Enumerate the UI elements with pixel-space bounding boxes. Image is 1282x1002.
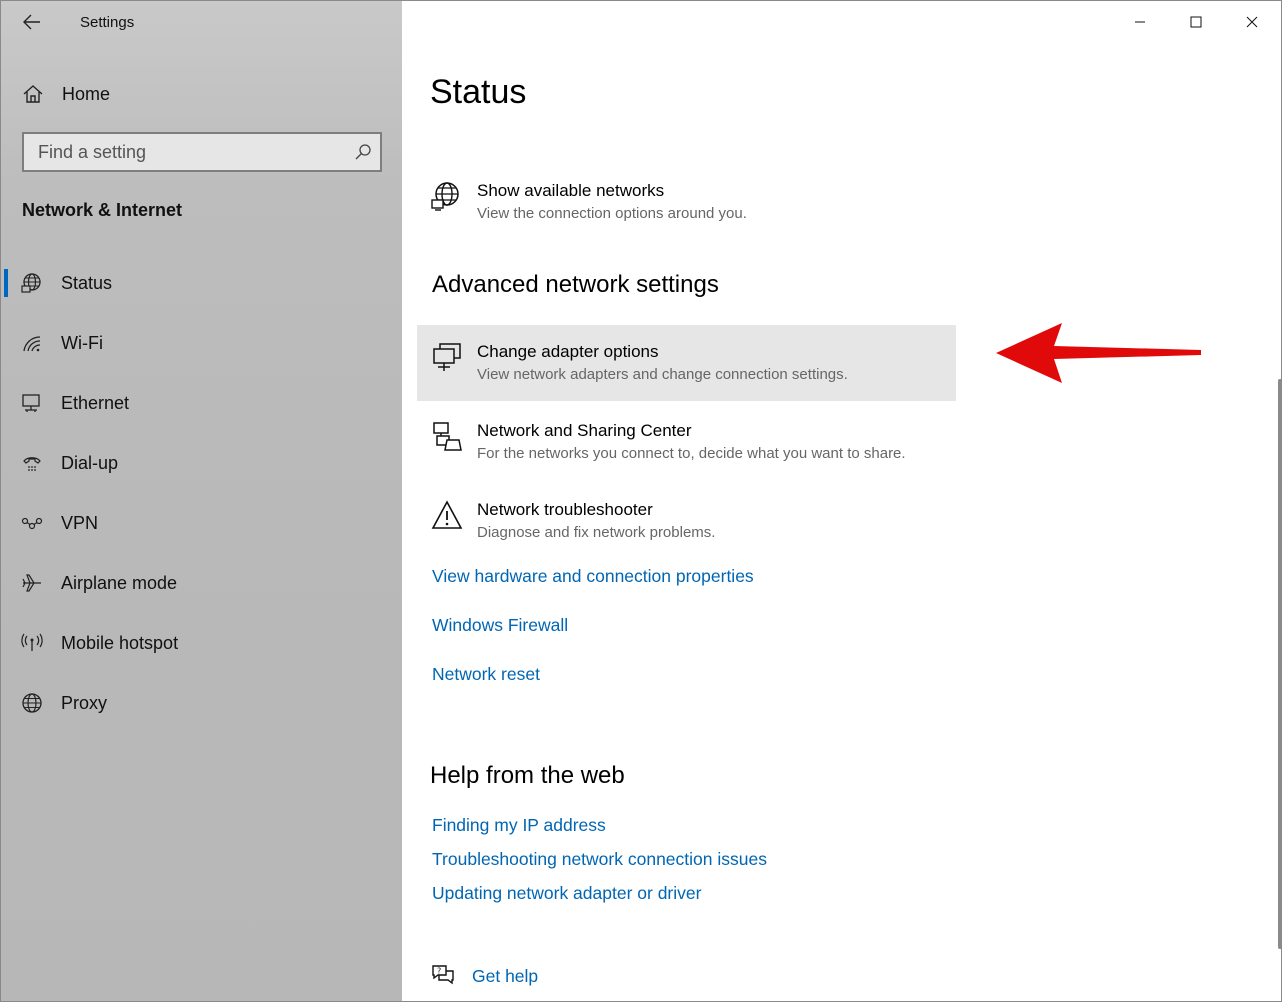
home-icon [23, 85, 43, 103]
globe-network-icon [431, 182, 459, 211]
home-nav-item[interactable]: Home [1, 73, 402, 115]
globe-icon [22, 693, 42, 713]
search-box[interactable] [22, 132, 382, 172]
ethernet-icon [22, 394, 40, 412]
globe-status-icon [21, 273, 41, 293]
sidebar-item-status[interactable]: Status [1, 261, 402, 305]
close-button[interactable] [1224, 1, 1280, 43]
close-icon [1246, 16, 1258, 28]
minimize-button[interactable] [1112, 1, 1168, 43]
sidebar-item-label: Wi-Fi [61, 333, 103, 353]
get-help-label: Get help [472, 966, 539, 986]
sidebar: Settings Home Network & Internet [1, 1, 402, 1001]
network-sharing-center[interactable]: Network and Sharing Center For the netwo… [417, 404, 956, 480]
sidebar-item-dialup[interactable]: Dial-up [1, 441, 402, 485]
advanced-heading: Advanced network settings [432, 271, 719, 298]
chat-help-icon: ? [432, 965, 454, 985]
maximize-icon [1190, 16, 1202, 28]
back-arrow-icon [23, 14, 40, 30]
setting-title: Network and Sharing Center [477, 421, 692, 440]
setting-desc: Diagnose and fix network problems. [477, 524, 716, 541]
hotspot-icon [21, 633, 43, 651]
sidebar-item-label: Proxy [61, 693, 108, 713]
back-button[interactable] [15, 7, 49, 37]
search-input[interactable] [24, 134, 344, 170]
change-adapter-options[interactable]: Change adapter options View network adap… [417, 325, 956, 401]
maximize-button[interactable] [1168, 1, 1224, 43]
page-title: Status [430, 73, 527, 111]
link-troubleshooting-issues[interactable]: Troubleshooting network connection issue… [432, 849, 767, 870]
setting-desc: For the networks you connect to, decide … [477, 445, 906, 462]
search-icon[interactable] [354, 143, 372, 161]
adapter-icon [433, 343, 461, 371]
minimize-icon [1135, 21, 1145, 23]
warning-icon [431, 500, 463, 529]
sidebar-item-proxy[interactable]: Proxy [1, 681, 402, 725]
link-windows-firewall[interactable]: Windows Firewall [432, 615, 568, 636]
link-finding-ip[interactable]: Finding my IP address [432, 815, 606, 836]
show-available-networks[interactable]: Show available networks View the connect… [417, 164, 956, 240]
link-updating-adapter[interactable]: Updating network adapter or driver [432, 883, 701, 904]
network-troubleshooter[interactable]: Network troubleshooter Diagnose and fix … [417, 483, 956, 559]
airplane-icon [22, 574, 41, 592]
setting-title: Show available networks [477, 181, 665, 200]
get-help[interactable]: ? Get help [430, 961, 630, 993]
sidebar-item-label: VPN [61, 513, 99, 533]
help-heading: Help from the web [430, 762, 625, 789]
sidebar-item-label: Dial-up [61, 453, 119, 473]
main-content: Status Show available networks View the … [402, 1, 1281, 1001]
annotation-arrow-icon [996, 323, 1201, 383]
svg-text:?: ? [437, 967, 441, 976]
link-hardware-properties[interactable]: View hardware and connection properties [432, 566, 754, 587]
wifi-icon [23, 336, 41, 352]
selection-indicator [4, 269, 8, 297]
home-label: Home [62, 84, 111, 104]
sidebar-item-vpn[interactable]: VPN [1, 501, 402, 545]
settings-window: Settings Home Network & Internet [0, 0, 1282, 1002]
sidebar-item-label: Ethernet [61, 393, 130, 413]
setting-desc: View network adapters and change connect… [477, 366, 848, 383]
app-title: Settings [80, 14, 135, 31]
sidebar-item-airplane[interactable]: Airplane mode [1, 561, 402, 605]
sidebar-item-wifi[interactable]: Wi-Fi [1, 321, 402, 365]
setting-desc: View the connection options around you. [477, 205, 747, 222]
section-title: Network & Internet [22, 200, 183, 220]
setting-title: Change adapter options [477, 342, 659, 361]
sidebar-item-label: Mobile hotspot [61, 633, 179, 653]
sharing-center-icon [433, 422, 462, 451]
sidebar-item-label: Status [61, 273, 113, 293]
sidebar-item-ethernet[interactable]: Ethernet [1, 381, 402, 425]
sidebar-item-hotspot[interactable]: Mobile hotspot [1, 621, 402, 665]
vpn-icon [21, 517, 43, 530]
dialup-icon [23, 457, 41, 471]
link-network-reset[interactable]: Network reset [432, 664, 540, 685]
sidebar-item-label: Airplane mode [61, 573, 178, 593]
scrollbar[interactable] [1278, 379, 1281, 949]
setting-title: Network troubleshooter [477, 500, 653, 519]
title-bar-left: Settings [1, 1, 402, 45]
